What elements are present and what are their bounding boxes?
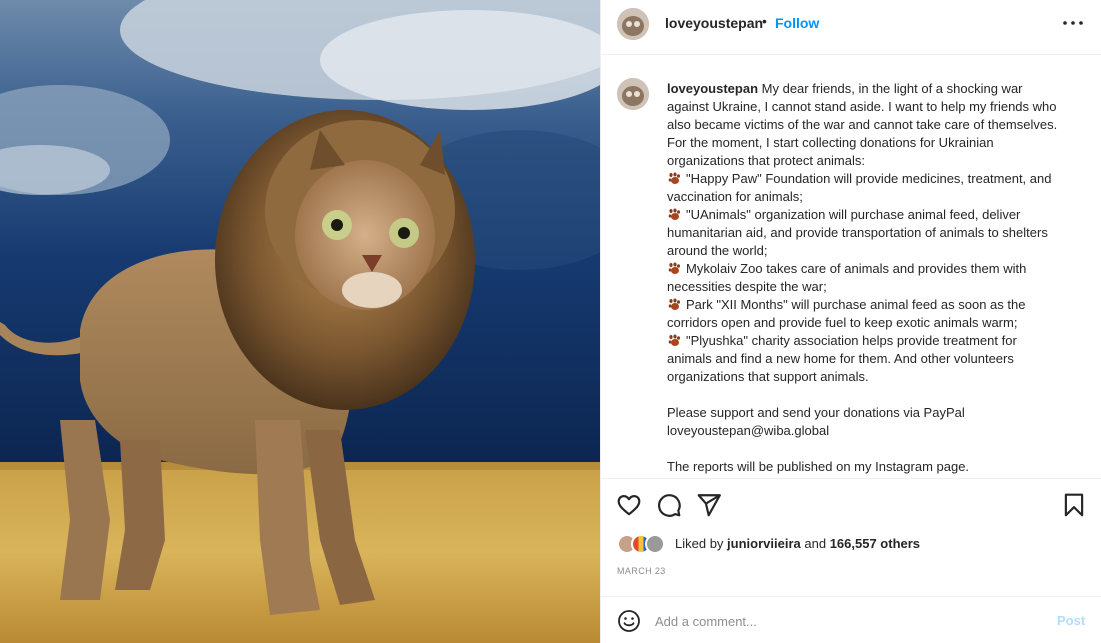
- smiley-face-icon[interactable]: [617, 609, 641, 633]
- share-paper-plane-icon[interactable]: [696, 492, 722, 518]
- caption-line-text: For the moment, I start collecting donat…: [667, 135, 994, 150]
- comment-icon[interactable]: [656, 492, 682, 518]
- caption-line-text: organizations that support animals.: [667, 369, 869, 384]
- caption-line-text: Mykolaiv Zoo takes care of animals and p…: [686, 261, 1027, 276]
- avatar: [645, 534, 665, 554]
- likes-text: Liked by juniorviieira and 166,557 other…: [675, 536, 920, 551]
- likes-summary: Liked by juniorviieira and 166,557 other…: [617, 533, 1087, 555]
- caption-line: loveyoustepan My dear friends, in the li…: [667, 80, 1087, 98]
- caption-line: Mykolaiv Zoo takes care of animals and p…: [667, 260, 1087, 278]
- caption-line: vaccination for animals;: [667, 188, 1087, 206]
- caption-text: loveyoustepan My dear friends, in the li…: [667, 80, 1087, 476]
- caption-line: around the world;: [667, 242, 1087, 260]
- paw-prints-emoji-icon: [668, 262, 680, 274]
- liker-username[interactable]: juniorviieira: [727, 536, 801, 551]
- caption-line-text: The reports will be published on my Inst…: [667, 459, 970, 474]
- caption-line-text: around the world;: [667, 243, 768, 258]
- paw-prints-emoji-icon: [668, 172, 680, 184]
- and-label: and: [804, 536, 827, 551]
- caption-line: corridors open and provide fuel to keep …: [667, 314, 1087, 332]
- caption-line: "UAnimals" organization will purchase an…: [667, 206, 1087, 224]
- avatar[interactable]: [617, 8, 649, 40]
- caption-line: organizations that protect animals:: [667, 152, 1087, 170]
- caption-line: organizations that support animals.: [667, 368, 1087, 386]
- liker-avatars[interactable]: [617, 533, 669, 555]
- caption-line-text: My dear friends, in the light of a shock…: [761, 81, 1023, 96]
- caption-line-text: "UAnimals" organization will purchase an…: [686, 207, 1021, 222]
- caption-line: animals and find a new home for them. An…: [667, 350, 1087, 368]
- caption-line-text: animals and find a new home for them. An…: [667, 351, 1014, 366]
- action-bar: [601, 478, 1101, 530]
- separator-dot: •: [762, 13, 767, 29]
- caption-line-text: loveyoustepan@wiba.global: [667, 423, 830, 438]
- avatar-image: [617, 8, 649, 40]
- caption-line-text: also became victims of the war and canno…: [667, 117, 1058, 132]
- caption-line-text: humanitarian aid, and provide transporta…: [667, 225, 1048, 240]
- caption-line: "Happy Paw" Foundation will provide medi…: [667, 170, 1087, 188]
- caption-line-text: vaccination for animals;: [667, 189, 803, 204]
- caption-line: Park "XII Months" will purchase animal f…: [667, 296, 1087, 314]
- caption-line: For the moment, I start collecting donat…: [667, 134, 1087, 152]
- more-horizontal-icon[interactable]: [1059, 11, 1087, 35]
- lion-cat-photo: [0, 0, 600, 643]
- likes-count[interactable]: 166,557 others: [830, 536, 920, 551]
- paw-prints-emoji-icon: [668, 298, 680, 310]
- post-image[interactable]: [0, 0, 600, 643]
- post-header: loveyoustepan • Follow: [601, 0, 1101, 55]
- avatar-image: [617, 78, 649, 110]
- heart-icon[interactable]: [616, 492, 642, 518]
- paw-prints-emoji-icon: [668, 334, 680, 346]
- caption-line: loveyoustepan@wiba.global: [667, 422, 1087, 440]
- caption-line: against Ukraine, I cannot stand aside. I…: [667, 98, 1087, 116]
- paw-prints-emoji-icon: [668, 208, 680, 220]
- comment-input[interactable]: [655, 609, 1035, 633]
- post-author-username[interactable]: loveyoustepan: [665, 15, 763, 31]
- caption-section: loveyoustepan My dear friends, in the li…: [601, 55, 1101, 478]
- caption-line: humanitarian aid, and provide transporta…: [667, 224, 1087, 242]
- post-side-panel: loveyoustepan • Follow loveyoustepan My …: [600, 0, 1101, 643]
- comment-bar: Post: [601, 596, 1101, 643]
- caption-line: The reports will be published on my Inst…: [667, 458, 1087, 476]
- post-comment-button[interactable]: Post: [1057, 613, 1085, 628]
- caption-author-username[interactable]: loveyoustepan: [667, 81, 758, 96]
- caption-line-text: "Happy Paw" Foundation will provide medi…: [686, 171, 1052, 186]
- caption-line-text: corridors open and provide fuel to keep …: [667, 315, 1018, 330]
- follow-button[interactable]: Follow: [775, 15, 819, 31]
- caption-line: also became victims of the war and canno…: [667, 116, 1087, 134]
- caption-line-text: "Plyushka" charity association helps pro…: [686, 333, 1017, 348]
- caption-line: [667, 386, 1087, 404]
- caption-line-text: against Ukraine, I cannot stand aside. I…: [667, 99, 1057, 114]
- bookmark-icon[interactable]: [1061, 492, 1087, 518]
- post-date[interactable]: MARCH 23: [617, 566, 666, 576]
- caption-line-text: Please support and send your donations v…: [667, 405, 965, 420]
- caption-line: Please support and send your donations v…: [667, 404, 1087, 422]
- caption-line: [667, 440, 1087, 458]
- caption-line: necessities despite the war;: [667, 278, 1087, 296]
- caption-line-text: necessities despite the war;: [667, 279, 827, 294]
- caption-line: "Plyushka" charity association helps pro…: [667, 332, 1087, 350]
- liked-by-label: Liked by: [675, 536, 724, 551]
- avatar[interactable]: [617, 78, 649, 110]
- caption-line-text: Park "XII Months" will purchase animal f…: [686, 297, 1026, 312]
- caption-line-text: organizations that protect animals:: [667, 153, 865, 168]
